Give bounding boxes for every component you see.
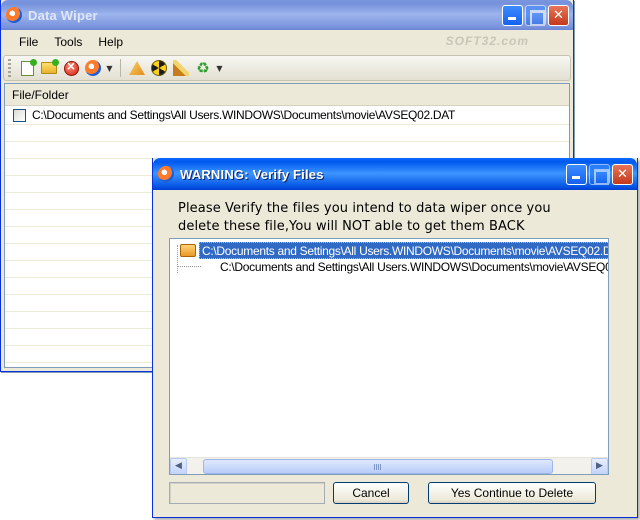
- maximize-icon: [590, 165, 609, 185]
- maximize-button[interactable]: [525, 5, 546, 26]
- dialog-titlebar[interactable]: WARNING: Verify Files ✕: [153, 158, 637, 190]
- list-item-empty: [5, 142, 569, 159]
- warning-message-line-1: Please Verify the files you intend to da…: [178, 201, 551, 216]
- dialog-maximize-button[interactable]: [589, 164, 610, 185]
- file-path: C:\Documents and Settings\All Users.WIND…: [32, 108, 456, 122]
- minimize-icon: [503, 6, 522, 25]
- close-icon: ✕: [617, 167, 628, 182]
- nuke-icon: [151, 60, 167, 76]
- tree-root-label: C:\Documents and Settings\All Users.WIND…: [199, 241, 608, 259]
- close-button[interactable]: ✕: [548, 5, 569, 26]
- cancel-button[interactable]: Cancel: [333, 482, 409, 504]
- add-file-button[interactable]: [17, 58, 37, 78]
- menu-file[interactable]: File: [11, 33, 46, 51]
- add-folder-button[interactable]: [39, 58, 59, 78]
- list-item[interactable]: C:\Documents and Settings\All Users.WIND…: [5, 106, 569, 125]
- tree-connector-vertical: [177, 245, 178, 273]
- scroll-track[interactable]: [187, 458, 591, 475]
- wipe-dropdown-button[interactable]: ▼: [105, 64, 114, 73]
- continue-delete-button[interactable]: Yes Continue to Delete: [428, 482, 596, 504]
- erase-button[interactable]: [127, 58, 147, 78]
- folder-icon: [180, 243, 196, 257]
- dialog-title: WARNING: Verify Files: [180, 166, 324, 182]
- menu-help[interactable]: Help: [90, 33, 131, 51]
- scroll-thumb[interactable]: [203, 458, 553, 474]
- main-window-controls: ✕: [502, 5, 569, 26]
- toolbar-grip[interactable]: [8, 59, 11, 77]
- toolbar: ▼ ♻ ▼: [3, 55, 571, 81]
- watermark-logo: SOFT32.com: [445, 34, 529, 48]
- wipe-icon: [85, 60, 101, 76]
- dialog-close-button[interactable]: ✕: [612, 164, 633, 185]
- data-wiper-app-icon: [6, 7, 22, 23]
- wipe-button[interactable]: [83, 58, 103, 78]
- close-icon: ✕: [553, 8, 564, 23]
- recycle-icon: ♻: [196, 58, 210, 77]
- tree-connector-horizontal: [177, 266, 201, 267]
- erase-icon: [129, 61, 145, 75]
- column-header-file-folder[interactable]: File/Folder: [5, 84, 569, 106]
- menu-tools[interactable]: Tools: [46, 33, 90, 51]
- warning-message-line-2: delete these file,You will NOT able to g…: [178, 219, 525, 234]
- minimize-button[interactable]: [502, 5, 523, 26]
- tree-child-node[interactable]: C:\Documents and Settings\All Users.WIND…: [220, 260, 608, 274]
- main-window-title: Data Wiper: [28, 7, 98, 23]
- horizontal-scrollbar[interactable]: ◀ ▶: [170, 457, 608, 474]
- dialog-app-icon: [158, 166, 174, 182]
- recycle-button[interactable]: ♻: [193, 58, 213, 78]
- dialog-window-controls: ✕: [566, 164, 633, 185]
- row-checkbox[interactable]: [13, 109, 26, 122]
- stop-icon: [63, 60, 79, 76]
- add-folder-icon: [41, 59, 59, 74]
- maximize-icon: [526, 6, 545, 26]
- nuke-button[interactable]: [149, 58, 169, 78]
- status-field: [169, 482, 325, 504]
- recycle-dropdown-button[interactable]: ▼: [215, 64, 224, 73]
- scroll-right-button[interactable]: ▶: [591, 457, 608, 474]
- file-tree[interactable]: C:\Documents and Settings\All Users.WIND…: [169, 238, 609, 475]
- clean-button[interactable]: [171, 58, 191, 78]
- tree-root-node[interactable]: C:\Documents and Settings\All Users.WIND…: [180, 241, 608, 259]
- toolbar-separator: [120, 59, 121, 77]
- brush-icon: [173, 60, 189, 76]
- remove-button[interactable]: [61, 58, 81, 78]
- dialog-minimize-button[interactable]: [566, 164, 587, 185]
- main-titlebar[interactable]: Data Wiper ✕: [1, 0, 573, 30]
- scroll-left-button[interactable]: ◀: [170, 457, 187, 474]
- warning-message: Please Verify the files you intend to da…: [178, 200, 617, 236]
- add-file-icon: [20, 58, 37, 76]
- minimize-icon: [567, 165, 586, 184]
- list-item-empty: [5, 125, 569, 142]
- verify-files-dialog: WARNING: Verify Files ✕ Please Verify th…: [152, 158, 638, 518]
